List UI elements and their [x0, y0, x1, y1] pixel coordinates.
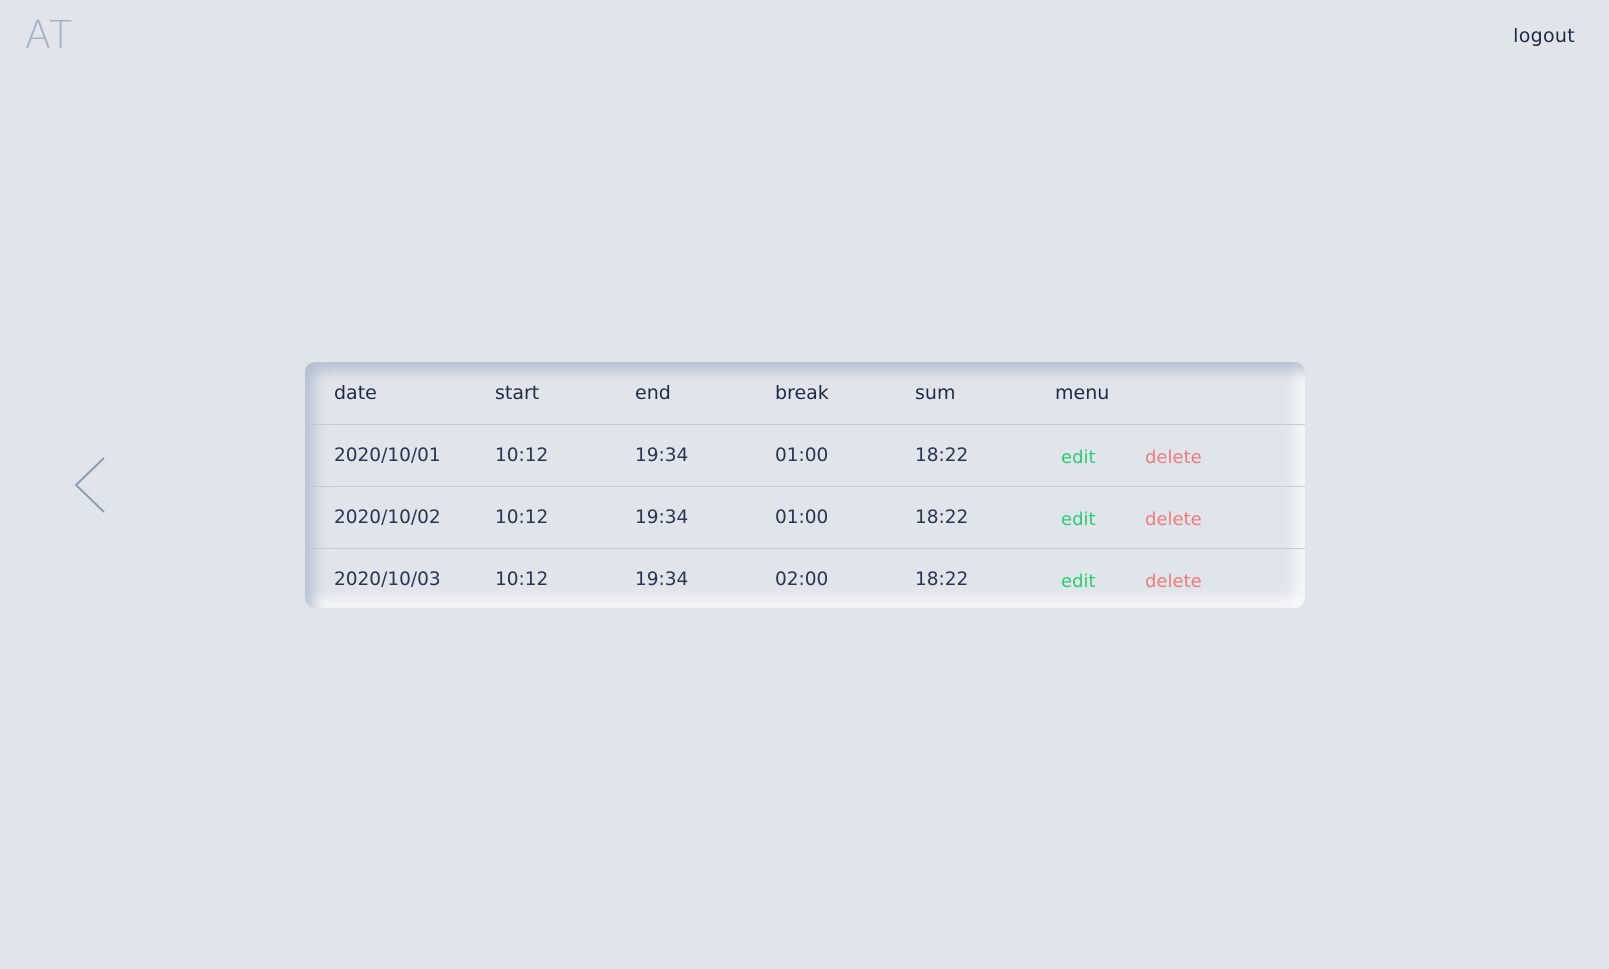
- edit-button[interactable]: edit: [1055, 571, 1096, 592]
- cell-date: 2020/10/01: [305, 424, 495, 487]
- cell-sum: 18:22: [915, 424, 1055, 487]
- header-sum: sum: [915, 362, 1055, 425]
- delete-button[interactable]: delete: [1145, 509, 1202, 530]
- cell-delete: delete: [1145, 424, 1305, 487]
- header-menu-spacer: [1145, 362, 1305, 425]
- logout-link[interactable]: logout: [1513, 25, 1575, 47]
- cell-date: 2020/10/02: [305, 486, 495, 549]
- cell-start: 10:12: [495, 486, 635, 549]
- header-break: break: [775, 362, 915, 425]
- table-row: 2020/10/03 10:12 19:34 02:00 18:22 edit …: [305, 549, 1305, 609]
- cell-edit: edit: [1055, 424, 1145, 487]
- edit-button[interactable]: edit: [1055, 509, 1096, 530]
- header-end: end: [635, 362, 775, 425]
- cell-sum: 18:22: [915, 486, 1055, 549]
- header-start: start: [495, 362, 635, 425]
- delete-button[interactable]: delete: [1145, 447, 1202, 468]
- cell-start: 10:12: [495, 424, 635, 487]
- table-row: 2020/10/02 10:12 19:34 01:00 18:22 edit …: [305, 486, 1305, 549]
- edit-button[interactable]: edit: [1055, 447, 1096, 468]
- header-date: date: [305, 362, 495, 425]
- cell-end: 19:34: [635, 486, 775, 549]
- cell-break: 01:00: [775, 424, 915, 487]
- cell-date: 2020/10/03: [334, 569, 441, 590]
- cell-end: 19:34: [635, 424, 775, 487]
- cell-start: 10:12: [495, 569, 549, 590]
- cell-delete: delete: [1145, 486, 1305, 549]
- table-header-row: date start end break sum menu: [305, 362, 1305, 425]
- chevron-left-icon: [74, 457, 105, 513]
- table-row: 2020/10/01 10:12 19:34 01:00 18:22 edit …: [305, 424, 1305, 487]
- cell-break: 02:00: [775, 569, 829, 590]
- cell-break: 01:00: [775, 486, 915, 549]
- app-logo: AT: [25, 13, 74, 57]
- cell-sum: 18:22: [915, 569, 969, 590]
- delete-button[interactable]: delete: [1145, 571, 1202, 592]
- attendance-table: date start end break sum menu 2020/10/01…: [305, 362, 1305, 608]
- attendance-table-card: date start end break sum menu 2020/10/01…: [305, 362, 1305, 608]
- cell-edit: edit: [1055, 549, 1145, 609]
- cell-delete: delete: [1145, 549, 1305, 609]
- previous-page-button[interactable]: [72, 456, 106, 514]
- cell-edit: edit: [1055, 486, 1145, 549]
- header-menu: menu: [1055, 362, 1145, 425]
- cell-end: 19:34: [635, 569, 689, 590]
